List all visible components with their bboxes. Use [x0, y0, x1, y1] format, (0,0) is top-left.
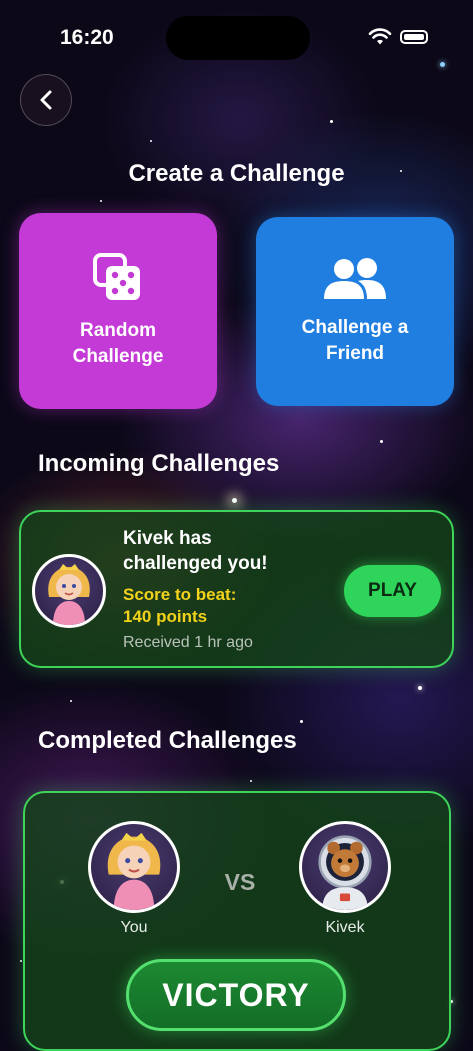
users-icon	[324, 257, 386, 299]
player-name: You	[120, 919, 148, 936]
score-label: Score to beat:	[123, 585, 237, 604]
incoming-challenges-title: Incoming Challenges	[38, 450, 280, 477]
princess-avatar	[32, 554, 106, 628]
status-bar: 16:20	[0, 0, 473, 70]
status-time: 16:20	[60, 26, 114, 49]
back-button[interactable]	[20, 74, 72, 126]
incoming-challenge-card: Kivek has challenged you! Score to beat:…	[19, 510, 454, 668]
astronaut-bear-avatar	[299, 821, 391, 913]
received-time: Received 1 hr ago	[123, 634, 253, 651]
random-challenge-label: Random Challenge	[72, 320, 164, 367]
challenge-friend-label: Challenge a Friend	[301, 316, 409, 364]
completed-challenges-title: Completed Challenges	[38, 727, 297, 754]
score-value: 140 points	[123, 607, 208, 626]
player-avatar	[88, 821, 180, 913]
challenge-friend-button[interactable]: Challenge a Friend	[256, 217, 454, 406]
vs-label: VS	[224, 869, 256, 895]
challenge-message: Kivek has challenged you!	[123, 528, 268, 574]
create-challenge-title: Create a Challenge	[128, 160, 345, 187]
victory-badge: VICTORY	[126, 959, 346, 1031]
battery-icon	[400, 30, 428, 44]
wifi-icon	[368, 28, 392, 45]
chevron-left-icon	[40, 90, 52, 110]
play-button[interactable]: PLAY	[344, 565, 441, 617]
completed-challenge-card: You VS Kivek VICTORY	[23, 791, 451, 1051]
opponent-name: Kivek	[325, 919, 365, 936]
score-to-beat: Score to beat: 140 points	[123, 584, 236, 628]
dynamic-island	[166, 16, 310, 60]
dice-icon	[93, 253, 140, 300]
random-challenge-button[interactable]: Random Challenge	[19, 213, 217, 409]
